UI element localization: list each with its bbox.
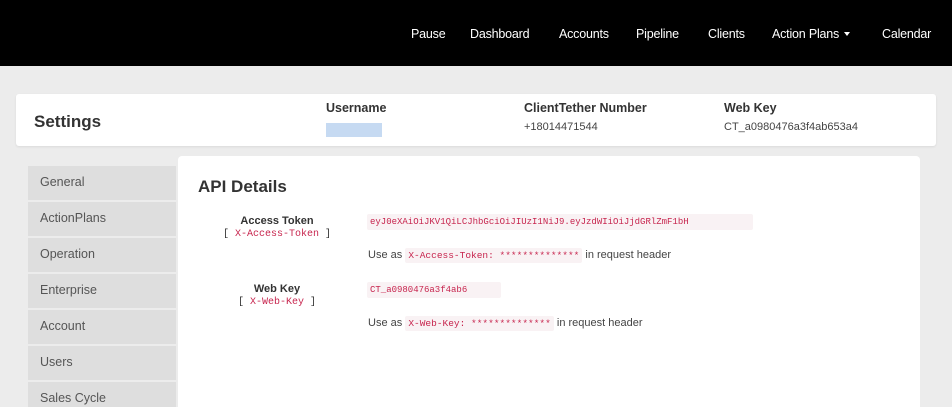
sidebar-item-enterprise[interactable]: Enterprise [28,274,176,308]
api-details-panel: API Details Access Token [ X-Access-Toke… [178,156,920,407]
nav-dashboard[interactable]: Dashboard [470,27,530,41]
access-token-usage: Use as X-Access-Token: ************** in… [368,248,672,263]
nav-calendar[interactable]: Calendar [882,27,931,41]
web-key-usage: Use as X-Web-Key: ************** in requ… [368,316,643,331]
access-token-label: Access Token [240,215,314,227]
caret-down-icon [844,32,851,36]
web-key-label: Web Key [724,101,777,115]
page-title: Settings [34,112,102,131]
sidebar-item-operation[interactable]: Operation [28,238,176,272]
settings-header-card: Settings Username ClientTether Number +1… [16,94,936,146]
web-key-api-value[interactable]: CT_a0980476a3f4ab6 [367,282,501,298]
access-token-usage-prefix: Use as [368,249,403,261]
sidebar-item-account[interactable]: Account [28,310,176,344]
clienttether-number-field: ClientTether Number +18014471544 [524,101,647,133]
access-token-label-group: Access Token [ X-Access-Token ] [202,215,352,240]
username-field: Username [326,101,386,137]
nav-action-plans-label: Action Plans [772,27,840,41]
web-key-header-code: X-Web-Key [249,297,304,308]
nav-accounts[interactable]: Accounts [559,27,609,41]
clienttether-number-value: +18014471544 [524,121,598,133]
sidebar-item-general[interactable]: General [28,166,176,200]
web-key-field: Web Key CT_a0980476a3f4ab653a4 [724,101,858,133]
nav-action-plans[interactable]: Action Plans [772,27,851,41]
clienttether-number-label: ClientTether Number [524,101,647,115]
access-token-header-name: [ X-Access-Token ] [222,229,332,240]
access-token-usage-suffix: in request header [585,249,672,261]
access-token-usage-code: X-Access-Token: ************** [405,248,583,263]
nav-pipeline[interactable]: Pipeline [636,27,679,41]
access-token-value[interactable]: eyJ0eXAiOiJKV1QiLCJhbGciOiJIUzI1NiJ9.eyJ… [367,214,753,230]
top-navbar: Pause Dashboard Accounts Pipeline Client… [0,0,952,66]
access-token-header-code: X-Access-Token [234,229,319,240]
web-key-label-group: Web Key [ X-Web-Key ] [202,283,352,308]
web-key-usage-prefix: Use as [368,317,403,329]
sidebar-item-sales-cycle[interactable]: Sales Cycle [28,382,176,407]
web-key-header-name: [ X-Web-Key ] [237,297,317,308]
web-key-api-label: Web Key [253,283,301,295]
web-key-usage-code: X-Web-Key: ************** [405,316,554,331]
api-details-title: API Details [198,177,287,196]
username-label: Username [326,101,387,115]
nav-pause[interactable]: Pause [411,27,446,41]
username-value [326,123,382,137]
nav-clients[interactable]: Clients [708,27,745,41]
sidebar-item-users[interactable]: Users [28,346,176,380]
settings-sidebar: General ActionPlans Operation Enterprise… [28,166,176,407]
web-key-value: CT_a0980476a3f4ab653a4 [724,121,858,133]
web-key-usage-suffix: in request header [556,317,643,329]
sidebar-item-actionplans[interactable]: ActionPlans [28,202,176,236]
